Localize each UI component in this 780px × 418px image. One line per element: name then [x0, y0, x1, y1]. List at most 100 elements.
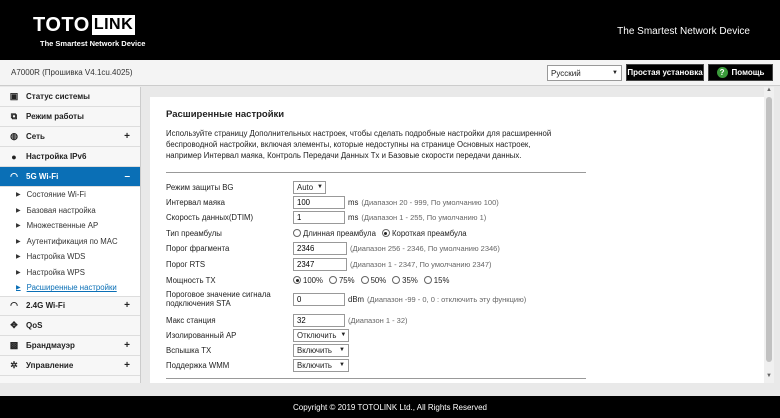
sidebar-subitem-mac-auth[interactable]: ▶ Аутентификация по MAC — [0, 233, 140, 249]
tx-power-option-label: 35% — [402, 275, 418, 285]
logo-tagline: The Smartest Network Device — [40, 39, 146, 48]
easy-setup-button[interactable]: Простая установка — [626, 64, 704, 81]
sidebar-item-label: Управление — [26, 360, 74, 370]
sta-threshold-unit: dBm — [348, 294, 365, 304]
tx-power-option-label: 75% — [338, 275, 355, 285]
sidebar-item-label: 2.4G Wi-Fi — [26, 301, 66, 310]
sidebar-item-ipv6[interactable]: ● Настройка IPv6 — [0, 147, 140, 167]
preamble-long-radio[interactable]: Длинная преамбула — [293, 229, 376, 238]
logo-part-1: TOTO — [33, 13, 90, 36]
sidebar-item-label: QoS — [26, 320, 43, 330]
beacon-row: Интервал маяка ms (Диапазон 20 - 999, По… — [166, 195, 499, 209]
help-label: Помощь — [731, 68, 765, 77]
sidebar-item-label: Сеть — [26, 132, 45, 141]
dtim-unit: ms — [348, 212, 359, 222]
sidebar-subitem-wifi-status[interactable]: ▶ Состояние Wi-Fi — [0, 187, 140, 203]
tx-power-label: Мощность TX — [166, 275, 216, 285]
rts-hint: (Диапазон 1 - 2347, По умолчанию 2347) — [350, 259, 492, 269]
max-station-input[interactable] — [293, 313, 345, 327]
sta-threshold-label: Пороговое значение сигнала подключения S… — [166, 290, 271, 308]
lock-icon: ▩ — [9, 339, 19, 350]
sidebar-subitem-label: Настройка WDS — [26, 252, 86, 262]
tx-power-35-radio[interactable]: 35% — [392, 276, 418, 285]
scroll-down-icon[interactable]: ▼ — [764, 373, 774, 383]
max-sta-label: Макс станция — [166, 315, 216, 325]
sidebar-subitem-multiple-ap[interactable]: ▶ Множественные AP — [0, 218, 140, 234]
radio-icon — [293, 229, 301, 237]
preamble-short-radio[interactable]: Короткая преамбула — [381, 228, 467, 238]
tx-power-row: Мощность TX 100% 75% 50% 35% 15% — [166, 273, 455, 287]
tx-power-50-radio[interactable]: 50% — [360, 276, 386, 285]
beacon-hint: (Диапазон 20 - 999, По умолчанию 100) — [361, 197, 499, 207]
sidebar-item-operation-mode[interactable]: ⧉ Режим работы — [0, 107, 140, 127]
max-sta-hint: (Диапазон 1 - 32) — [348, 315, 408, 325]
chevron-right-icon: ▶ — [16, 254, 21, 261]
sidebar-item-system-status[interactable]: ▣ Статус системы — [0, 87, 140, 107]
header: TOTO LINK The Smartest Network Device Th… — [0, 0, 780, 60]
rts-threshold-input[interactable] — [293, 257, 347, 271]
copyright-text: Copyright © 2019 TOTOLINK Ltd., All Righ… — [293, 402, 487, 412]
beacon-interval-input[interactable] — [293, 195, 345, 209]
tx-power-15-radio[interactable]: 15% — [423, 276, 449, 285]
radio-icon — [360, 276, 369, 284]
sidebar-item-network[interactable]: ◍ Сеть + — [0, 127, 140, 147]
content-panel: Расширенные настройки Используйте страни… — [150, 97, 764, 383]
sidebar-subitem-label: Настройка WPS — [26, 267, 85, 277]
expand-icon: + — [124, 359, 130, 371]
radio-selected-icon — [381, 229, 390, 237]
tx-burst-select[interactable]: Включить ▼ — [293, 343, 349, 357]
tx-power-option-label: 100% — [303, 275, 323, 285]
page-description: Используйте страницу Дополнительных наст… — [166, 129, 552, 160]
sidebar-item-label: Брандмауэр — [26, 340, 75, 350]
sidebar-item-label: Настройка IPv6 — [26, 152, 87, 161]
ipv6-icon: ● — [11, 151, 17, 162]
sidebar-item-label: Режим работы — [26, 112, 84, 121]
isolated-ap-select[interactable]: Отключить ▼ — [293, 328, 349, 342]
bg-protection-select[interactable]: Auto ▼ — [293, 180, 326, 194]
isolated-ap-value: Отключить — [297, 330, 337, 340]
dtim-input[interactable] — [293, 210, 345, 224]
footer: Copyright © 2019 TOTOLINK Ltd., All Righ… — [0, 396, 780, 418]
collapse-icon: – — [124, 171, 130, 182]
sta-threshold-row: Пороговое значение сигнала подключения S… — [166, 289, 526, 309]
rts-row: Порог RTS (Диапазон 1 - 2347, По умолчан… — [166, 257, 492, 271]
isolated-ap-row: Изолированный AP Отключить ▼ — [166, 328, 349, 342]
bg-protection-row: Режим защиты BG Auto ▼ — [166, 180, 326, 194]
wmm-row: Поддержка WMM Включить ▼ — [166, 358, 349, 372]
preamble-label: Тип преамбулы — [166, 228, 222, 238]
rts-label: Порог RTS — [166, 259, 206, 269]
scroll-thumb[interactable] — [766, 97, 772, 362]
chevron-down-icon: ▼ — [340, 332, 347, 338]
fragment-row: Порог фрагмента (Диапазон 256 - 2346, По… — [166, 241, 500, 255]
wmm-value: Включить — [297, 360, 332, 370]
scroll-up-icon[interactable]: ▲ — [764, 87, 774, 97]
sidebar-item-firewall[interactable]: ▩ Брандмауэр + — [0, 335, 140, 356]
preamble-short-label: Короткая преамбула — [391, 228, 467, 238]
help-button[interactable]: ? Помощь — [708, 64, 773, 81]
language-value: Русский — [551, 68, 581, 78]
language-select[interactable]: Русский ▼ — [547, 65, 622, 81]
fragment-threshold-input[interactable] — [293, 241, 347, 255]
wifi-icon: ◠ — [10, 171, 18, 181]
tx-power-100-radio[interactable]: 100% — [293, 276, 323, 285]
sidebar-subitem-advanced[interactable]: ▶ Расширенные настройки — [0, 280, 140, 296]
sidebar-item-5g-wifi[interactable]: ◠ 5G Wi-Fi – — [0, 167, 140, 187]
wmm-select[interactable]: Включить ▼ — [293, 358, 349, 372]
sidebar-subitem-wds[interactable]: ▶ Настройка WDS — [0, 249, 140, 265]
expand-icon: + — [124, 300, 130, 311]
sta-threshold-input[interactable] — [293, 292, 345, 306]
sidebar-item-qos[interactable]: ✥ QoS — [0, 315, 140, 336]
dtim-label: Скорость данных(DTIM) — [166, 212, 254, 222]
beacon-label: Интервал маяка — [166, 197, 226, 207]
sidebar-item-management[interactable]: ✲ Управление + — [0, 355, 140, 376]
wifi-icon: ◠ — [10, 300, 18, 310]
sidebar-subitem-wps[interactable]: ▶ Настройка WPS — [0, 264, 140, 280]
sidebar-item-24g-wifi[interactable]: ◠ 2.4G Wi-Fi + — [0, 295, 140, 316]
sidebar-subitem-label: Множественные AP — [26, 221, 99, 231]
tx-power-75-radio[interactable]: 75% — [328, 275, 355, 285]
sidebar-subitem-basic-settings[interactable]: ▶ Базовая настройка — [0, 202, 140, 218]
sidebar-item-label: Статус системы — [26, 92, 91, 101]
content-scrollbar[interactable]: ▲ ▼ — [764, 87, 774, 383]
chevron-down-icon: ▼ — [612, 70, 618, 76]
bg-protection-value: Auto — [297, 182, 314, 192]
